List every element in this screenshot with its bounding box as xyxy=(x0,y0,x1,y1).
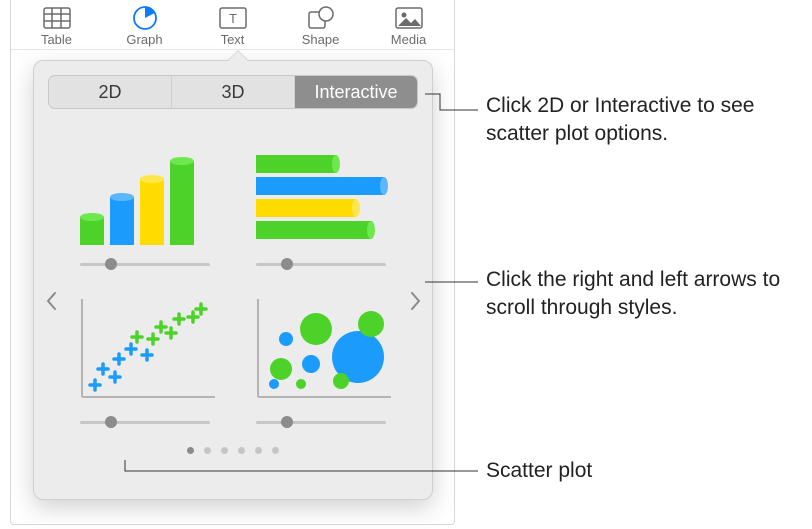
shape-icon xyxy=(307,6,335,30)
tool-label: Shape xyxy=(302,32,340,47)
tool-label: Text xyxy=(221,32,245,47)
bubble-chart-icon xyxy=(246,289,396,409)
chart-thumbnail-grid xyxy=(68,131,398,427)
tool-label: Table xyxy=(41,32,72,47)
bar-chart-thumb[interactable] xyxy=(244,131,398,269)
callout-scatter: Scatter plot xyxy=(486,457,592,485)
tool-label: Media xyxy=(391,32,426,47)
page-dot[interactable] xyxy=(255,447,262,454)
text-icon: T xyxy=(219,6,247,30)
style-slider[interactable] xyxy=(80,417,210,427)
page-dot[interactable] xyxy=(238,447,245,454)
callout-segments: Click 2D or Interactive to see scatter p… xyxy=(486,92,796,149)
page-dot[interactable] xyxy=(272,447,279,454)
bubble-chart-thumb[interactable] xyxy=(244,289,398,427)
table-icon xyxy=(43,6,71,30)
chart-mode-segmented-control: 2D 3D Interactive xyxy=(48,75,418,109)
svg-text:T: T xyxy=(229,11,237,26)
tool-label: Graph xyxy=(126,32,162,47)
media-tool[interactable]: Media xyxy=(380,6,438,47)
page-indicator xyxy=(48,447,418,454)
segment-3d[interactable]: 3D xyxy=(172,76,295,108)
column-chart-thumb[interactable] xyxy=(68,131,222,269)
scatter-plot-icon xyxy=(70,289,220,409)
segment-2d[interactable]: 2D xyxy=(49,76,172,108)
scatter-plot-thumb[interactable] xyxy=(68,289,222,427)
segment-interactive[interactable]: Interactive xyxy=(295,76,417,108)
toolbar: Table Graph T Text Shape Media xyxy=(11,0,454,50)
style-slider[interactable] xyxy=(256,417,386,427)
graph-tool[interactable]: Graph xyxy=(116,6,174,47)
graph-picker-popover: 2D 3D Interactive xyxy=(33,60,433,500)
bar-chart-icon xyxy=(246,131,396,251)
next-styles-arrow[interactable] xyxy=(406,281,424,321)
column-chart-icon xyxy=(70,131,220,251)
style-slider[interactable] xyxy=(256,259,386,269)
style-slider[interactable] xyxy=(80,259,210,269)
table-tool[interactable]: Table xyxy=(28,6,86,47)
prev-styles-arrow[interactable] xyxy=(42,281,60,321)
callout-arrows: Click the right and left arrows to scrol… xyxy=(486,266,796,323)
graph-icon xyxy=(131,6,159,30)
page-dot[interactable] xyxy=(187,447,194,454)
text-tool[interactable]: T Text xyxy=(204,6,262,47)
page-dot[interactable] xyxy=(204,447,211,454)
page-dot[interactable] xyxy=(221,447,228,454)
app-window: Table Graph T Text Shape Media xyxy=(10,0,455,525)
shape-tool[interactable]: Shape xyxy=(292,6,350,47)
media-icon xyxy=(395,6,423,30)
